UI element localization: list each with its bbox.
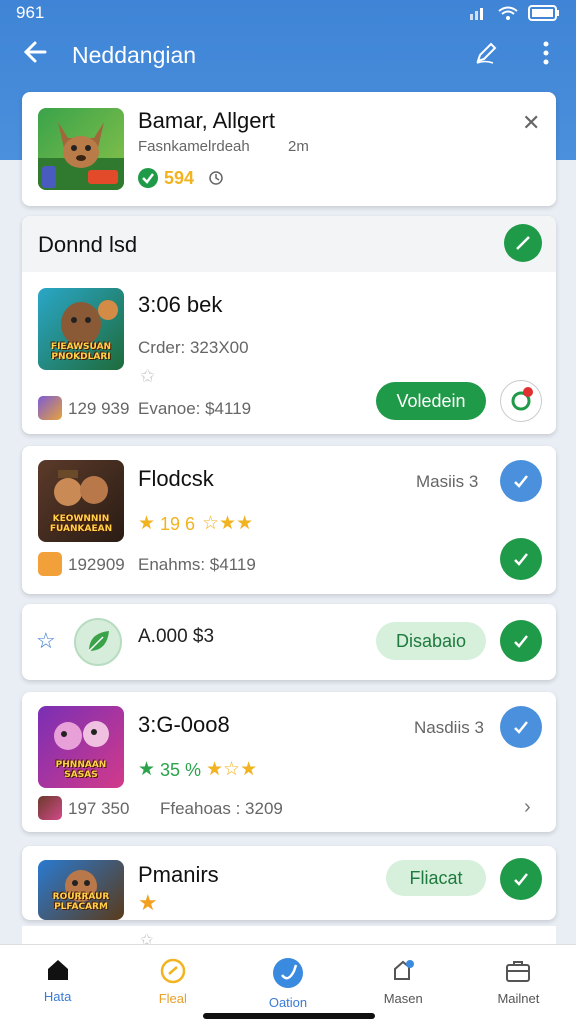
profile-name: Bamar, Allgert — [138, 108, 275, 133]
item-price: Ffeahoas : 3209 — [160, 799, 283, 818]
star-outline-icon: ✩ — [140, 366, 156, 386]
app-bar: Neddangian — [0, 30, 576, 80]
select-toggle[interactable] — [500, 460, 542, 502]
action-circle-icon — [273, 958, 303, 988]
profile-avatar — [38, 108, 124, 190]
confirm-button[interactable] — [500, 858, 542, 900]
more-options-button[interactable] — [516, 40, 576, 71]
item-title: 3:G-0oo8 — [138, 712, 230, 737]
status-time: 961 — [16, 3, 45, 22]
back-button[interactable] — [0, 39, 72, 72]
star-rating-icon: ★☆★ — [206, 759, 258, 780]
mini-avatar — [38, 552, 62, 576]
profile-card[interactable]: Bamar, Allgert Fasnkamelrdeah 2m 594 ✕ — [22, 92, 556, 206]
list-item[interactable]: ☆ A.000 $3 Disabaio — [22, 604, 556, 680]
leaf-avatar — [74, 618, 122, 666]
check-icon — [514, 635, 528, 648]
star-rating-icon: ☆★★ — [202, 513, 254, 534]
section-check-button[interactable] — [504, 224, 542, 262]
profile-time: 2m — [288, 138, 309, 155]
item-title: A.000 $3 — [138, 626, 215, 647]
check-icon — [516, 236, 530, 250]
list-item[interactable]: PHNNAAN SASAS 3:G-0oo8 Nasdiis 3 ★ 35 % … — [22, 692, 556, 832]
more-vertical-icon — [543, 41, 549, 64]
nav-label: Fleal — [158, 991, 187, 1006]
item-title: Pmanirs — [138, 862, 219, 887]
item-status: Nasdiis 3 — [414, 718, 484, 737]
list-item[interactable]: ROURRAUR PLFACARM Pmanirs ★ Fliacat — [22, 846, 556, 920]
confirm-button[interactable] — [500, 620, 542, 662]
item-title: Flodcsk — [138, 466, 214, 491]
thumbnail-label: PHNNAAN SASAS — [55, 760, 107, 780]
check-icon — [514, 873, 528, 886]
profile-subtitle: Fasnkamelrdeah — [138, 138, 250, 155]
character-icon — [38, 122, 124, 190]
list-item[interactable]: KEOWNNIN FUANKAEAN Flodcsk Masiis 3 ★ 19… — [22, 446, 556, 594]
select-toggle[interactable] — [500, 706, 542, 748]
nav-label: Oation — [268, 995, 308, 1010]
item-rating: 19 6 — [160, 514, 196, 534]
nav-label: Mailnet — [497, 991, 540, 1006]
nav-home[interactable]: Hata — [0, 945, 115, 1024]
edit-button[interactable] — [456, 40, 516, 71]
item-count: 129 939 — [68, 399, 130, 418]
item-rating: 35 % — [160, 760, 202, 780]
item-count: 192909 — [68, 555, 125, 574]
check-icon — [514, 553, 528, 566]
battery-icon — [528, 5, 559, 21]
section-title: Donnd lsd — [38, 232, 138, 257]
nav-market[interactable]: Mailnet — [461, 945, 576, 1024]
wifi-icon — [498, 6, 518, 20]
item-count: 197 350 — [68, 799, 130, 818]
action-button[interactable]: Fliacat — [386, 860, 486, 896]
chevron-right-icon[interactable]: › — [524, 796, 531, 819]
star-icon: ★ — [138, 890, 158, 915]
game-thumbnail: ROURRAUR PLFACARM — [38, 860, 124, 920]
pen-icon — [476, 42, 497, 64]
clock-icon — [208, 170, 224, 191]
home-indicator[interactable] — [203, 1013, 375, 1019]
star-icon: ★ — [138, 513, 156, 534]
item-price: Enahms: $4119 — [138, 555, 256, 574]
home-icon — [47, 960, 68, 980]
mini-avatar — [38, 396, 62, 420]
check-icon — [514, 721, 528, 734]
nav-label: Hata — [43, 989, 72, 1004]
thumbnail-label: ROURRAUR PLFACARM — [52, 892, 110, 912]
compass-icon — [160, 958, 186, 984]
arrow-left-icon — [23, 41, 47, 62]
game-thumbnail: PHNNAAN SASAS — [38, 706, 124, 788]
item-price: Evanoe: $4119 — [138, 399, 252, 418]
confirm-button[interactable] — [500, 538, 542, 580]
game-thumbnail: KEOWNNIN FUANKAEAN — [38, 460, 124, 542]
star-icon: ☆ — [36, 628, 56, 653]
item-status: Masiis 3 — [416, 472, 479, 491]
signal-icon — [470, 8, 483, 20]
refresh-icon — [511, 387, 533, 411]
nav-label: Masen — [383, 991, 423, 1006]
thumbnail-label: FIEAWSUAN PNOKDLARI — [50, 342, 112, 362]
section-card: Donnd lsd FIEAWSUAN PNOKDLARI 3:06 bek C… — [22, 216, 556, 434]
thumbnail-label: KEOWNNIN FUANKAEAN — [49, 514, 113, 534]
profile-score: 594 — [164, 168, 195, 188]
close-icon[interactable]: ✕ — [522, 110, 540, 136]
game-thumbnail: FIEAWSUAN PNOKDLARI — [38, 288, 124, 370]
page-title: Neddangian — [72, 41, 197, 68]
item-title: 3:06 bek — [138, 292, 223, 317]
shield-check-icon — [138, 168, 158, 188]
action-button[interactable]: Voledein — [376, 382, 486, 420]
bell-icon — [394, 960, 415, 980]
bottom-nav: Hata Fleal Oation Masen Mailnet — [0, 944, 576, 1024]
leaf-icon — [88, 631, 109, 652]
favorite-button[interactable] — [500, 380, 542, 422]
star-icon: ★ — [138, 759, 156, 780]
action-button[interactable]: Disabaio — [376, 622, 486, 660]
briefcase-icon — [506, 961, 531, 982]
check-icon — [514, 475, 528, 488]
mini-avatar — [38, 796, 62, 820]
status-bar: 961 — [0, 0, 576, 26]
item-detail: Crder: 323X00 — [138, 338, 249, 357]
